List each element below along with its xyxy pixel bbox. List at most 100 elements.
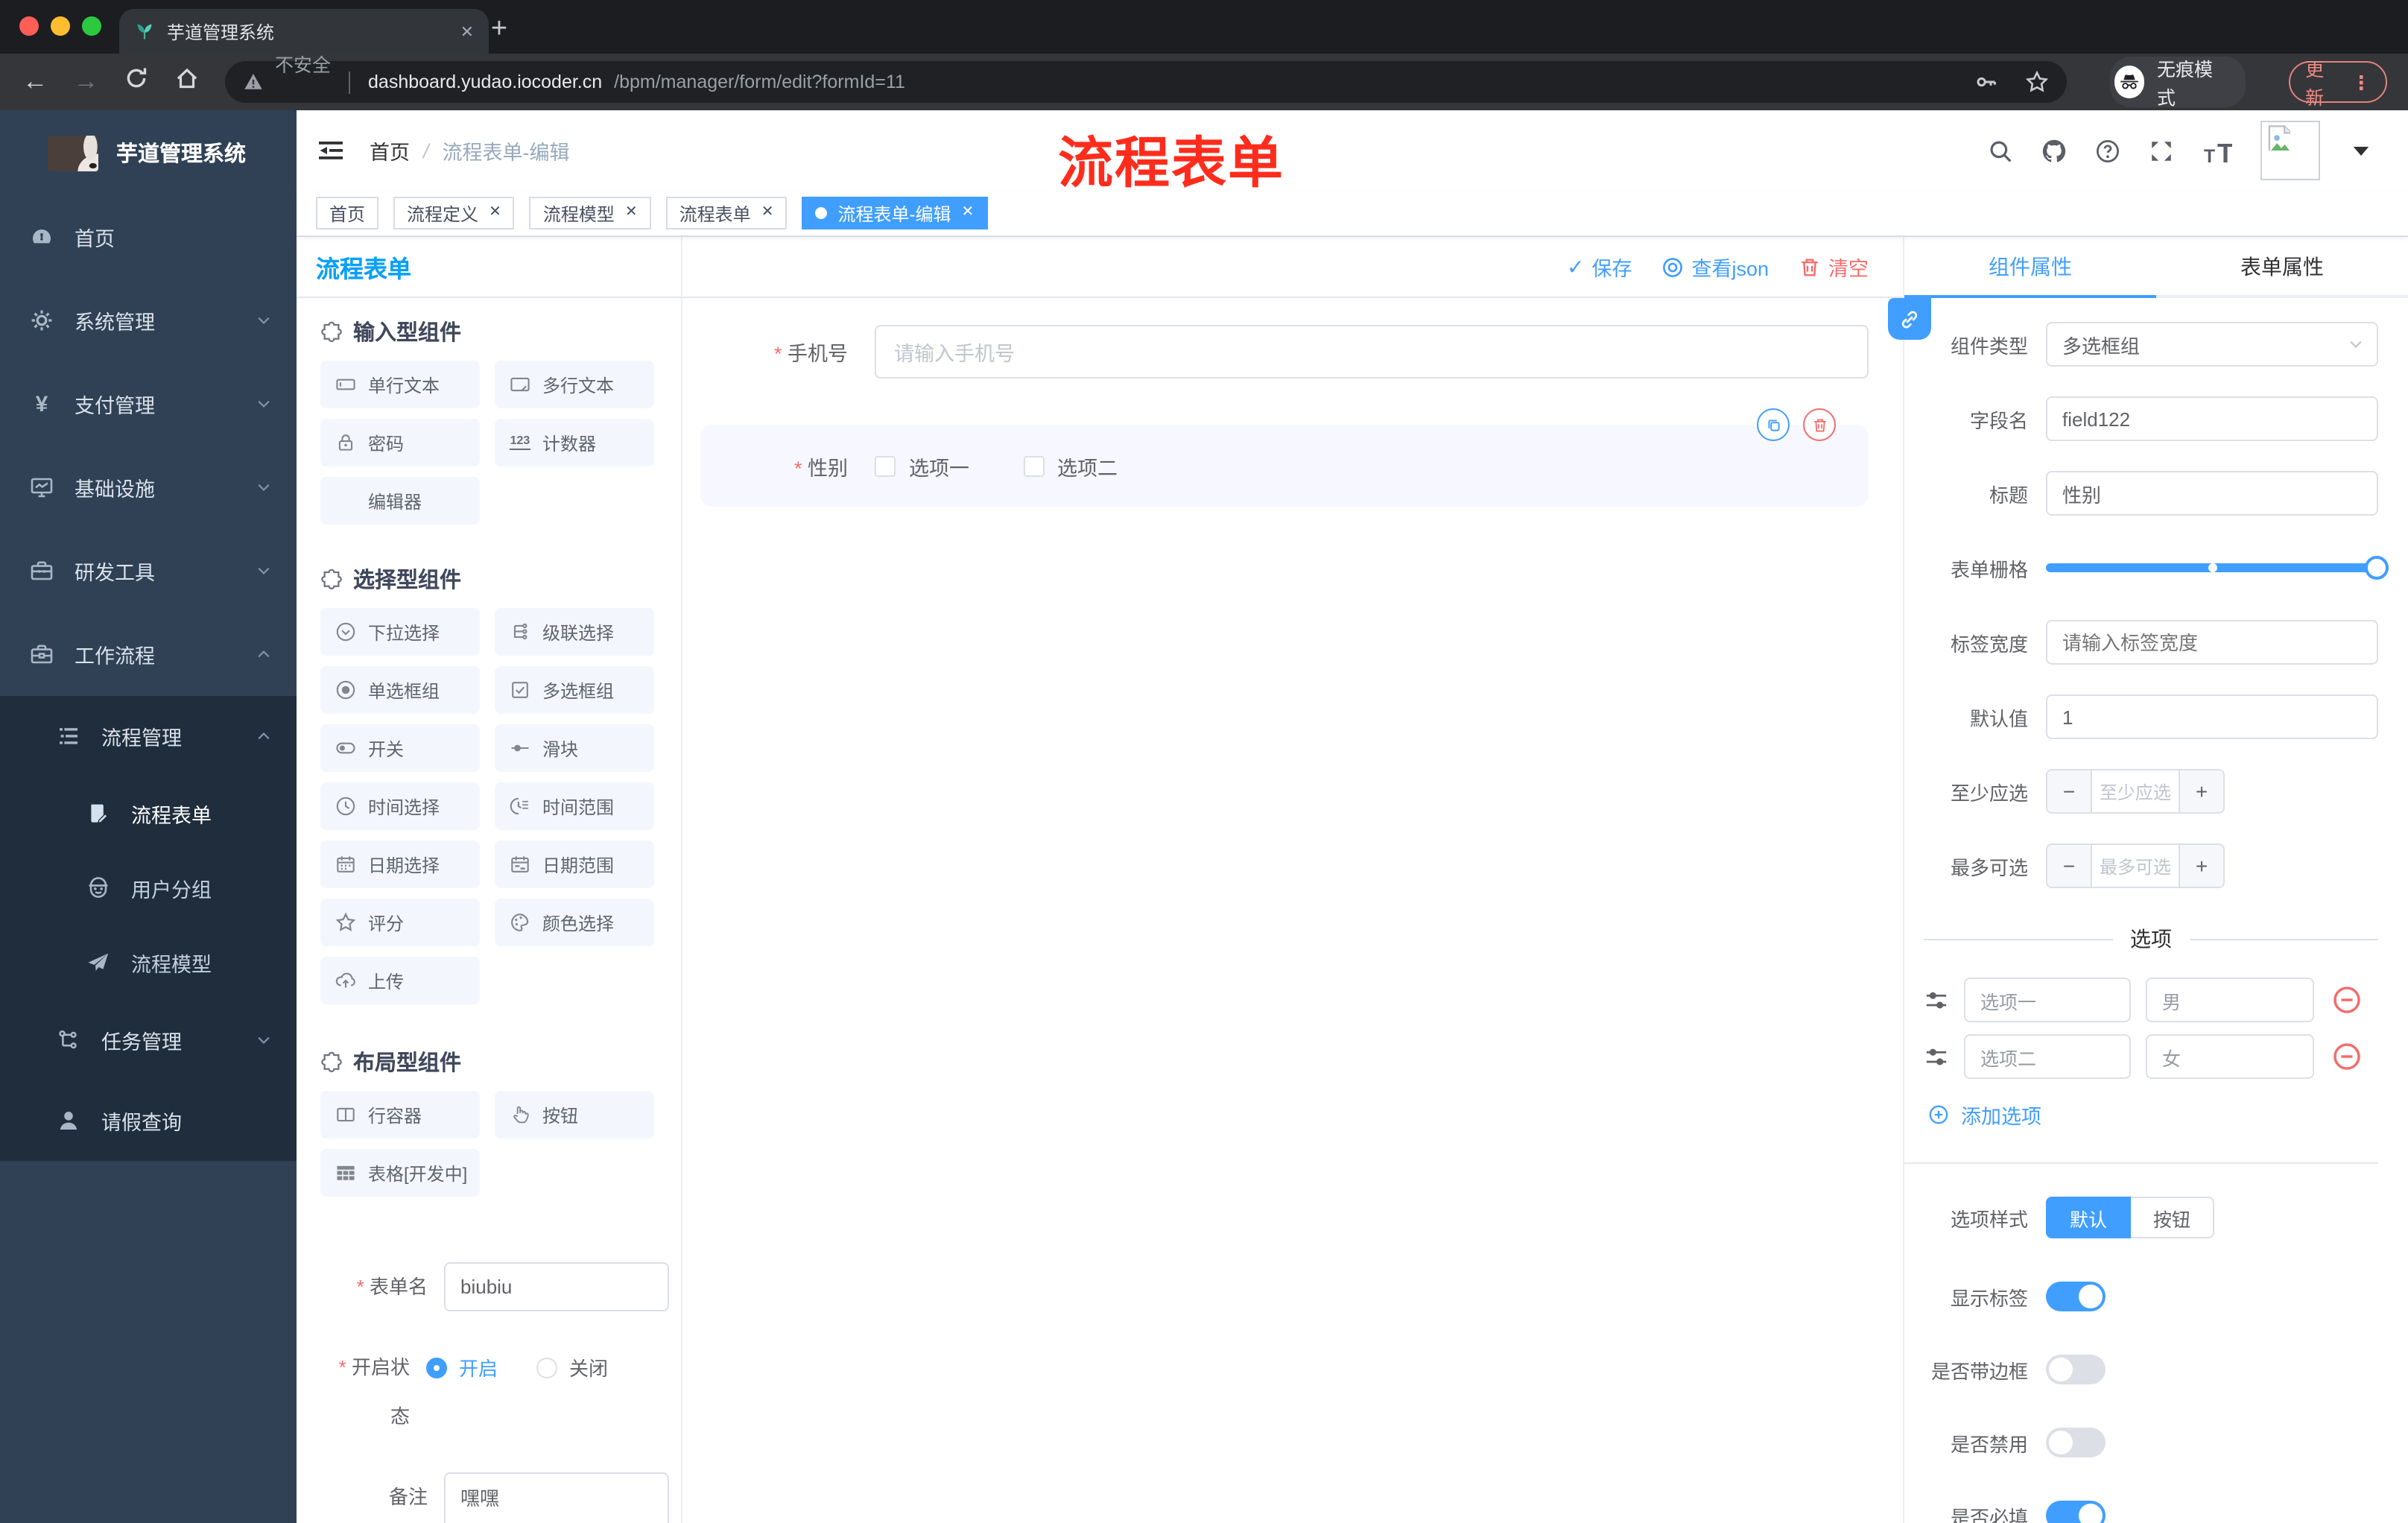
sidebar-item-流程管理[interactable]: > 流程管理 >: [0, 696, 297, 776]
gender-option-选项二[interactable]: 选项二: [1023, 451, 1118, 481]
phone-input[interactable]: 请输入手机号: [875, 325, 1869, 379]
minimize-window-button[interactable]: [51, 16, 70, 36]
password-key-icon[interactable]: >: [1974, 70, 1997, 94]
increase-button[interactable]: +: [2179, 770, 2223, 812]
component-chip-开关[interactable]: > 开关: [320, 724, 480, 772]
component-chip-单选框组[interactable]: > 单选框组: [320, 666, 480, 714]
tag-close-icon[interactable]: ✕: [761, 205, 774, 221]
toggle-switch-是否禁用[interactable]: [2046, 1428, 2106, 1457]
sidebar-item-工作流程[interactable]: > 工作流程 >: [0, 612, 297, 696]
radio-off[interactable]: [536, 1357, 558, 1378]
save-button[interactable]: ✓ 保存: [1567, 252, 1632, 282]
component-chip-级联选择[interactable]: > 级联选择: [495, 608, 654, 656]
gender-option-选项一[interactable]: 选项一: [875, 451, 969, 481]
new-tab-button[interactable]: +: [480, 10, 519, 49]
decrease-button[interactable]: −: [2047, 845, 2092, 887]
component-chip-时间范围[interactable]: > 时间范围: [495, 782, 654, 830]
reload-button[interactable]: >: [124, 66, 150, 91]
tag-close-icon[interactable]: ✕: [489, 205, 501, 221]
sidebar-item-基础设施[interactable]: > 基础设施 >: [0, 446, 297, 529]
option-value-input[interactable]: 男: [2146, 978, 2314, 1022]
remove-option-button[interactable]: >: [2332, 1042, 2362, 1071]
sidebar-item-用户分组[interactable]: > 用户分组: [0, 851, 297, 925]
panel-link-toggle[interactable]: >: [1888, 298, 1931, 340]
duplicate-component-button[interactable]: >: [1757, 408, 1790, 441]
search-icon[interactable]: >: [1988, 138, 2013, 163]
bookmark-star-icon[interactable]: >: [2024, 70, 2048, 94]
component-chip-滑块[interactable]: > 滑块: [495, 724, 654, 772]
view-json-button[interactable]: > 查看json: [1661, 252, 1769, 282]
tab-close-icon[interactable]: ✕: [460, 22, 474, 41]
browser-menu-dots-icon[interactable]: ⋮: [2351, 72, 2371, 92]
sidebar-item-流程表单[interactable]: > 流程表单: [0, 776, 297, 851]
option-value-input[interactable]: 女: [2146, 1034, 2314, 1079]
canvas-field-gender-selected[interactable]: 性别 选项一 选项二 > >: [700, 408, 1869, 507]
decrease-button[interactable]: −: [2047, 770, 2092, 812]
component-chip-上传[interactable]: > 上传: [320, 957, 480, 1004]
sidebar-item-研发工具[interactable]: > 研发工具 >: [0, 529, 297, 612]
component-chip-评分[interactable]: > 评分: [320, 899, 480, 946]
sidebar-logo[interactable]: > 芋道管理系统: [0, 110, 297, 195]
form-name-input[interactable]: [444, 1262, 669, 1311]
option-label-input[interactable]: 选项一: [1964, 978, 2131, 1022]
component-chip-时间选择[interactable]: > 时间选择: [320, 782, 480, 830]
tag-close-icon[interactable]: ✕: [625, 205, 638, 221]
tab-form-props[interactable]: 表单属性: [2156, 237, 2408, 295]
field-name-input[interactable]: [2046, 396, 2378, 441]
increase-button[interactable]: +: [2179, 845, 2223, 887]
component-chip-行容器[interactable]: > 行容器: [320, 1091, 480, 1139]
component-chip-密码[interactable]: > 密码: [320, 419, 480, 466]
component-chip-按钮[interactable]: > 按钮: [495, 1091, 654, 1139]
tag-流程模型[interactable]: 流程模型 ✕: [529, 197, 651, 229]
option-style-button[interactable]: 按钮: [2131, 1197, 2215, 1238]
sidebar-item-流程模型[interactable]: > 流程模型: [0, 925, 297, 1000]
tag-流程表单-编辑[interactable]: 流程表单-编辑 ✕: [802, 197, 988, 229]
title-input[interactable]: [2046, 471, 2378, 516]
component-chip-多行文本[interactable]: > 多行文本: [495, 361, 654, 408]
tag-流程表单[interactable]: 流程表单 ✕: [665, 197, 788, 229]
sidebar-item-请假查询[interactable]: > 请假查询: [0, 1080, 297, 1161]
tag-首页[interactable]: 首页: [316, 197, 379, 229]
component-chip-单行文本[interactable]: > 单行文本: [320, 361, 480, 408]
tag-close-icon[interactable]: ✕: [961, 205, 974, 221]
tab-component-props[interactable]: 组件属性: [1904, 237, 2156, 298]
component-chip-颜色选择[interactable]: > 颜色选择: [495, 899, 654, 946]
clear-button[interactable]: > 清空: [1799, 252, 1869, 282]
component-chip-日期范围[interactable]: > 日期范围: [495, 840, 654, 888]
default-value-input[interactable]: [2046, 694, 2378, 739]
breadcrumb-home[interactable]: 首页: [370, 136, 410, 165]
component-chip-计数器[interactable]: 123 计数器: [495, 419, 654, 466]
max-select-input[interactable]: 最多可选: [2092, 845, 2179, 887]
component-chip-多选框组[interactable]: > 多选框组: [495, 666, 654, 714]
not-secure-icon[interactable]: >: [242, 72, 263, 92]
toggle-switch-显示标签[interactable]: [2046, 1282, 2106, 1311]
sidebar-item-任务管理[interactable]: > 任务管理 >: [0, 1000, 297, 1080]
help-icon[interactable]: >: [2095, 138, 2120, 163]
min-select-input[interactable]: 至少应选: [2092, 770, 2179, 812]
component-chip-编辑器[interactable]: 编辑器: [320, 477, 480, 525]
github-icon[interactable]: >: [2041, 138, 2067, 163]
update-button[interactable]: 更新 ⋮: [2289, 60, 2388, 109]
component-chip-日期选择[interactable]: > 日期选择: [320, 840, 480, 888]
sidebar-item-支付管理[interactable]: ¥ 支付管理 >: [0, 362, 297, 446]
component-type-select[interactable]: 多选框组 >: [2046, 322, 2378, 367]
option-label-input[interactable]: 选项二: [1964, 1034, 2131, 1079]
form-remark-textarea[interactable]: [444, 1472, 669, 1523]
close-window-button[interactable]: [19, 16, 39, 36]
add-option-button[interactable]: > 添加选项: [1928, 1100, 2378, 1130]
browser-tab[interactable]: > 芋道管理系统 ✕: [119, 9, 489, 54]
delete-component-button[interactable]: >: [1803, 408, 1836, 441]
fullscreen-icon[interactable]: >: [2149, 138, 2174, 163]
sidebar-collapse-icon[interactable]: >: [316, 139, 343, 162]
address-bar[interactable]: > 不安全 dashboard.yudao.iocoder.cn/bpm/man…: [224, 54, 2067, 103]
component-chip-下拉选择[interactable]: > 下拉选择: [320, 608, 480, 656]
sidebar-item-首页[interactable]: > 首页: [0, 195, 297, 279]
toggle-switch-是否必填[interactable]: [2046, 1501, 2106, 1523]
tag-流程定义[interactable]: 流程定义 ✕: [393, 197, 515, 229]
form-grid-slider[interactable]: [2046, 545, 2389, 590]
font-size-icon[interactable]: >TT: [2202, 137, 2232, 164]
maximize-window-button[interactable]: [82, 16, 101, 36]
home-button[interactable]: >: [175, 66, 200, 91]
avatar-caret-icon[interactable]: >: [2348, 138, 2374, 163]
remove-option-button[interactable]: >: [2332, 985, 2362, 1015]
